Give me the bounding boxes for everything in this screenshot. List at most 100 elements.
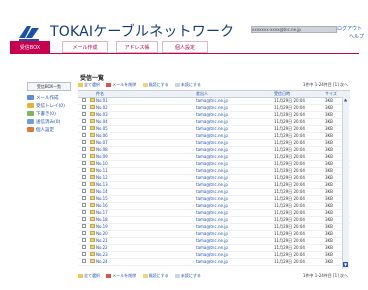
logout-link[interactable]: ログアウト (337, 25, 362, 32)
select-all-button[interactable]: 全て選択 (84, 82, 100, 87)
row-date: 11月29日 20:04 (274, 210, 305, 215)
mark-unread-button[interactable]: 未読にする (181, 273, 201, 278)
row-date: 11月29日 20:04 (274, 252, 305, 257)
row-checkbox[interactable] (82, 175, 86, 179)
row-date: 11月29日 20:04 (274, 161, 305, 166)
row-subject[interactable]: No.15 (96, 195, 108, 202)
sidebar-item-label: 個人設定 (36, 128, 54, 133)
row-subject[interactable]: No.04 (96, 118, 108, 125)
row-subject[interactable]: No.20 (96, 230, 108, 237)
row-subject[interactable]: No.02 (96, 104, 108, 111)
tab-compose[interactable]: メール作成 (62, 41, 108, 53)
row-subject[interactable]: No.18 (96, 216, 108, 223)
row-checkbox[interactable] (82, 182, 86, 186)
row-subject[interactable]: No.22 (96, 244, 108, 251)
tab-address-book[interactable]: アドレス帳 (116, 41, 158, 53)
row-sender: tama@tnc.ne.jp (196, 245, 228, 250)
envelope-icon (90, 238, 95, 242)
row-checkbox[interactable] (82, 133, 86, 137)
row-date: 11月29日 20:04 (274, 105, 305, 110)
row-subject[interactable]: No.06 (96, 132, 108, 139)
row-checkbox[interactable] (82, 203, 86, 207)
row-subject[interactable]: No.21 (96, 237, 108, 244)
mark-read-button[interactable]: 既読にする (149, 82, 169, 87)
drafts-icon (27, 111, 34, 116)
sidebar-item-compose[interactable]: メール作成 (27, 95, 59, 102)
row-date: 11月29日 20:04 (274, 119, 305, 124)
row-checkbox[interactable] (82, 252, 86, 256)
row-subject[interactable]: No.01 (96, 97, 108, 104)
row-checkbox[interactable] (82, 126, 86, 130)
row-date: 11月29日 20:04 (274, 189, 305, 194)
envelope-icon (90, 147, 95, 151)
row-checkbox[interactable] (82, 112, 86, 116)
row-checkbox[interactable] (82, 231, 86, 235)
row-subject[interactable]: No.03 (96, 111, 108, 118)
row-checkbox[interactable] (82, 259, 86, 263)
row-subject[interactable]: No.13 (96, 181, 108, 188)
row-checkbox[interactable] (82, 98, 86, 102)
delete-button[interactable]: メールを削除 (112, 82, 136, 87)
select-all-button[interactable]: 全て選択 (84, 273, 100, 278)
list-toolbar-bottom: 全て選択 メールを削除 既読にする 未読にする 1件中 1-24件目 [1] 次… (78, 272, 348, 279)
envelope-icon (90, 175, 95, 179)
sidebar-item-inbox[interactable]: 受信トレイ(0) (27, 103, 65, 110)
mark-unread-button[interactable]: 未読にする (181, 82, 201, 87)
help-link[interactable]: ヘルプ (349, 33, 364, 40)
row-checkbox[interactable] (82, 196, 86, 200)
row-checkbox[interactable] (82, 210, 86, 214)
row-checkbox[interactable] (82, 147, 86, 151)
scroll-up-arrow-icon[interactable]: ▲ (343, 97, 348, 102)
row-subject[interactable]: No.09 (96, 153, 108, 160)
row-subject[interactable]: No.19 (96, 223, 108, 230)
row-checkbox[interactable] (82, 119, 86, 123)
row-sender: tama@tnc.ne.jp (196, 161, 228, 166)
tab-settings[interactable]: 個人設定 (162, 41, 208, 53)
row-subject[interactable]: No.08 (96, 146, 108, 153)
row-checkbox[interactable] (82, 161, 86, 165)
row-date: 11月29日 20:04 (274, 196, 305, 201)
row-checkbox[interactable] (82, 189, 86, 193)
row-checkbox[interactable] (82, 168, 86, 172)
sidebar-item-label: メール作成 (36, 96, 59, 101)
scrollbar[interactable] (342, 97, 349, 269)
row-sender: tama@tnc.ne.jp (196, 182, 228, 187)
row-sender: tama@tnc.ne.jp (196, 175, 228, 180)
envelope-icon (90, 189, 95, 193)
row-subject[interactable]: No.05 (96, 125, 108, 132)
row-checkbox[interactable] (82, 217, 86, 221)
row-checkbox[interactable] (82, 105, 86, 109)
delete-button[interactable]: メールを削除 (112, 273, 136, 278)
row-size: 3KB (325, 203, 333, 208)
row-subject[interactable]: No.12 (96, 174, 108, 181)
row-checkbox[interactable] (82, 154, 86, 158)
pager[interactable]: 1件中 1-24件目 [1] 次へ (303, 81, 348, 88)
sidebar-item-settings[interactable]: 個人設定 (27, 127, 54, 134)
mark-read-button[interactable]: 既読にする (149, 273, 169, 278)
sidebar-item-drafts[interactable]: 下書き(0) (27, 111, 56, 118)
inbox-icon (27, 103, 34, 108)
row-subject[interactable]: No.07 (96, 139, 108, 146)
row-checkbox[interactable] (82, 224, 86, 228)
row-sender: tama@tnc.ne.jp (196, 210, 228, 215)
scroll-down-arrow-icon[interactable]: ▼ (343, 262, 348, 267)
tab-inbox[interactable]: 受信BOX (10, 41, 50, 53)
sidebar-item-sent[interactable]: 送信済み(0) (27, 119, 60, 126)
row-checkbox[interactable] (82, 245, 86, 249)
row-date: 11月29日 20:04 (274, 238, 305, 243)
row-subject[interactable]: No.17 (96, 209, 108, 216)
row-subject[interactable]: No.14 (96, 188, 108, 195)
row-checkbox[interactable] (82, 140, 86, 144)
row-subject[interactable]: No.10 (96, 160, 108, 167)
row-subject[interactable]: No.11 (96, 167, 108, 174)
row-subject[interactable]: No.23 (96, 251, 108, 258)
row-checkbox[interactable] (82, 238, 86, 242)
row-date: 11月29日 20:04 (274, 154, 305, 159)
row-sender: tama@tnc.ne.jp (196, 224, 228, 229)
row-subject[interactable]: No.24 (96, 258, 108, 265)
row-date: 11月29日 20:04 (274, 245, 305, 250)
row-date: 11月29日 20:04 (274, 182, 305, 187)
pager[interactable]: 1件中 1-24件目 [1] 次へ (303, 272, 348, 279)
row-subject[interactable]: No.16 (96, 202, 108, 209)
table-row[interactable]: No.24 tama@tnc.ne.jp 11月29日 20:04 3KB (78, 258, 350, 266)
